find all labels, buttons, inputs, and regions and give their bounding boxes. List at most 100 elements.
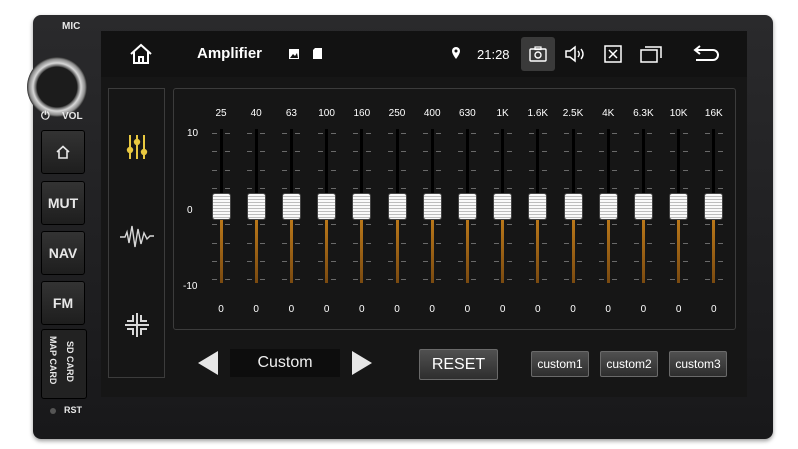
slider-tick [436, 260, 442, 262]
sound-mode-tabs [108, 88, 165, 378]
band-value: 0 [359, 304, 365, 315]
slider-tick [647, 260, 653, 262]
slider-tick [295, 133, 301, 134]
slider-tick [647, 279, 653, 280]
band-slider-thumb[interactable] [599, 193, 617, 219]
slider-tick [471, 151, 477, 153]
slider-tick [634, 133, 640, 134]
slider-tick [564, 279, 569, 280]
previous-preset-button[interactable] [198, 351, 218, 375]
slider-tick [365, 151, 371, 153]
volume-icon[interactable] [564, 44, 586, 64]
slider-tick [225, 260, 230, 262]
band-slider-thumb[interactable] [529, 193, 547, 219]
slider-tick [634, 279, 640, 280]
slider-tick [260, 187, 266, 189]
recent-apps-icon[interactable] [640, 45, 662, 63]
band-slider-thumb[interactable] [634, 193, 652, 219]
band-slider-thumb[interactable] [423, 193, 441, 219]
mute-button[interactable]: MUT [41, 181, 85, 225]
slider-tick [365, 133, 371, 134]
slider-tick [506, 260, 512, 262]
slider-tick [436, 224, 442, 226]
slider-tick [317, 260, 323, 262]
slider-tick [365, 169, 371, 171]
slider-tick [528, 169, 534, 171]
slider-tick [541, 242, 547, 244]
slider-tick [564, 224, 569, 226]
slider-tick [471, 260, 477, 262]
slider-tick [493, 224, 499, 226]
preset-name: Custom [230, 349, 340, 377]
nav-button[interactable]: NAV [41, 231, 85, 275]
band-slider-thumb[interactable] [388, 193, 406, 219]
slider-tick [352, 133, 358, 134]
slider-tick [528, 224, 534, 226]
slider-tick [577, 169, 582, 171]
slider-tick [225, 187, 230, 189]
band-frequency-label: 25 [215, 108, 227, 119]
close-box-icon[interactable] [604, 45, 622, 63]
custom1-button[interactable]: custom1 [531, 351, 589, 377]
slider-tick [577, 242, 582, 244]
next-preset-button[interactable] [352, 351, 372, 375]
screenshot-button[interactable] [521, 37, 555, 71]
slider-tick [634, 151, 640, 153]
fm-button[interactable]: FM [41, 281, 85, 325]
band-slider-thumb[interactable] [494, 193, 512, 219]
slider-tick [717, 151, 723, 153]
slider-tick [436, 187, 442, 189]
home-icon[interactable] [128, 42, 154, 66]
slider-tick [401, 169, 406, 171]
scale-label-max: 10 [187, 128, 199, 139]
slider-tick [669, 187, 675, 189]
band-slider-thumb[interactable] [353, 193, 371, 219]
balance-fader-icon[interactable] [124, 312, 150, 338]
band-slider-thumb[interactable] [458, 193, 476, 219]
band-slider-thumb[interactable] [282, 193, 300, 219]
screen: Amplifier 21:28 10 0 -10 25 0 40 0 63 0 100 0 16… [101, 31, 747, 397]
band-slider-thumb[interactable] [705, 193, 723, 219]
slider-tick [599, 242, 605, 244]
slider-tick [704, 151, 710, 153]
slider-tick [352, 169, 358, 171]
slider-tick [282, 187, 288, 189]
band-slider-thumb[interactable] [564, 193, 582, 219]
band-slider-thumb[interactable] [247, 193, 265, 219]
back-icon[interactable] [692, 44, 720, 64]
slider-tick [506, 169, 512, 171]
slider-tick [669, 151, 675, 153]
slider-tick [423, 279, 429, 280]
reset-button[interactable]: RESET [419, 349, 498, 380]
home-icon [56, 145, 70, 159]
custom2-button[interactable]: custom2 [600, 351, 658, 377]
band-slider-thumb[interactable] [318, 193, 336, 219]
slider-tick [401, 242, 406, 244]
slider-tick [541, 260, 547, 262]
waveform-icon[interactable] [119, 223, 155, 249]
band-value: 0 [570, 304, 576, 315]
volume-knob[interactable] [27, 57, 87, 117]
slider-tick [260, 224, 266, 226]
slider-tick [317, 133, 323, 134]
reset-hole[interactable] [50, 408, 56, 414]
slider-tick [471, 169, 477, 171]
slider-tick [564, 151, 569, 153]
equalizer-sliders-icon[interactable] [125, 133, 149, 161]
slider-tick [388, 242, 393, 244]
slider-tick [423, 224, 429, 226]
slider-tick [282, 279, 288, 280]
band-value: 0 [288, 304, 295, 315]
slider-tick [506, 133, 512, 134]
band-value: 0 [605, 304, 611, 315]
slider-tick [458, 279, 464, 280]
band-slider-thumb[interactable] [670, 193, 688, 219]
scale-label-zero: 0 [187, 205, 193, 216]
power-icon: ⏻ [41, 110, 50, 122]
custom3-button[interactable]: custom3 [669, 351, 727, 377]
band-slider-thumb[interactable] [212, 193, 230, 219]
home-button[interactable] [41, 130, 85, 174]
slider-tick [247, 260, 253, 262]
slider-tick [528, 151, 534, 153]
slider-tick [634, 169, 640, 171]
